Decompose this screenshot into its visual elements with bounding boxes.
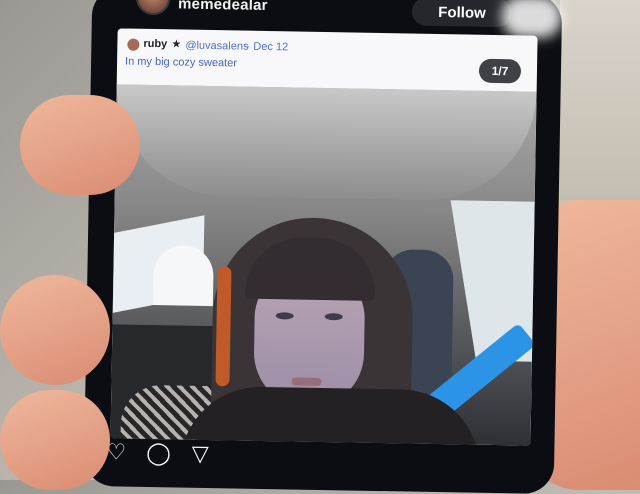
star-icon: ★ xyxy=(171,38,182,51)
separator: · xyxy=(246,40,251,53)
embedded-avatar[interactable] xyxy=(127,38,140,51)
background-wall xyxy=(560,0,640,200)
post-photo[interactable] xyxy=(110,84,537,446)
embedded-post-card[interactable]: ruby ★ @luvasalens · Dec 12 In my big co… xyxy=(110,28,538,446)
post-actions: ♡ ◯ ▽ xyxy=(104,439,304,473)
send-icon[interactable]: ▽ xyxy=(188,441,212,466)
hand-finger xyxy=(0,275,110,385)
car-roof xyxy=(114,84,537,202)
hand-finger xyxy=(0,390,110,490)
embedded-caption: In my big cozy sweater xyxy=(124,55,238,70)
right-eye xyxy=(324,313,343,321)
follow-button[interactable]: Follow xyxy=(411,0,513,28)
username[interactable]: memedealar xyxy=(178,0,268,14)
phone-screen: memedealar Follow ruby ★ @luvasalens · D… xyxy=(83,0,563,494)
left-eye xyxy=(275,312,294,320)
embedded-post-header: ruby ★ @luvasalens · Dec 12 In my big co… xyxy=(117,28,538,93)
hand-thumb xyxy=(20,95,140,195)
lips xyxy=(291,377,322,386)
embedded-date[interactable]: Dec 12 xyxy=(253,41,288,54)
screen-glare xyxy=(501,0,563,39)
car-window-left-rear xyxy=(152,245,214,307)
hair-highlight xyxy=(215,266,232,387)
avatar[interactable] xyxy=(135,0,171,16)
embedded-display-name[interactable]: ruby xyxy=(143,38,167,50)
embedded-handle[interactable]: @luvasalens xyxy=(185,40,248,53)
image-counter-badge: 1/7 xyxy=(478,58,522,84)
comment-icon[interactable]: ◯ xyxy=(146,440,171,465)
